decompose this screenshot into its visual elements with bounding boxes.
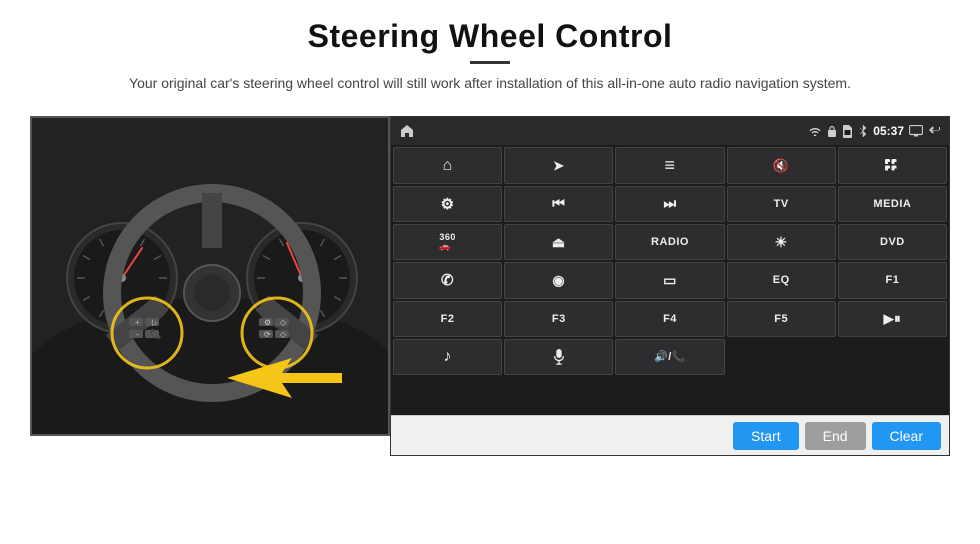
android-panel: 05:37 [390, 116, 950, 456]
btn-map[interactable]: ◉ [504, 262, 613, 298]
end-button[interactable]: End [805, 422, 866, 450]
f4-label: F4 [663, 313, 677, 325]
content-row: + ⟨♪ - 📞 ⚙ ◇ ⟳ ◇ [30, 116, 950, 456]
settings-icon: ⚙ [441, 195, 455, 213]
nav-icon [553, 158, 564, 174]
title-divider [470, 61, 510, 64]
button-grid: 🔇 ⚙ [391, 145, 949, 415]
title-section: Steering Wheel Control Your original car… [129, 18, 851, 94]
f2-label: F2 [441, 313, 455, 325]
svg-text:◇: ◇ [280, 318, 287, 327]
btn-radio[interactable]: RADIO [615, 224, 724, 260]
btn-eq[interactable]: EQ [727, 262, 836, 298]
btn-360[interactable]: 360🚗 [393, 224, 502, 260]
btn-mic[interactable] [504, 339, 613, 375]
sim-icon [842, 125, 853, 138]
page-title: Steering Wheel Control [129, 18, 851, 55]
btn-tv[interactable]: TV [727, 186, 836, 222]
dvd-label: DVD [880, 236, 905, 248]
btn-music[interactable]: ♪ [393, 339, 502, 375]
music-icon: ♪ [443, 348, 452, 366]
playpause-icon: ▶⏸ [884, 311, 902, 327]
wifi-icon [808, 125, 822, 137]
status-time: 05:37 [873, 124, 904, 138]
btn-f4[interactable]: F4 [615, 301, 724, 337]
mute-icon: 🔇 [773, 158, 790, 174]
page-subtitle: Your original car's steering wheel contr… [129, 72, 851, 94]
btn-f5[interactable]: F5 [727, 301, 836, 337]
eq-label: EQ [773, 274, 790, 286]
btn-window[interactable]: ▭ [615, 262, 724, 298]
svg-text:⟳: ⟳ [264, 330, 271, 339]
tv-label: TV [774, 198, 789, 210]
btn-forward[interactable]: ⏭ [615, 186, 724, 222]
btn-mute[interactable]: 🔇 [727, 147, 836, 183]
btn-empty2 [838, 339, 947, 375]
bottom-bar: Start End Clear [391, 415, 949, 455]
status-left [399, 123, 415, 139]
bluetooth-icon [858, 124, 868, 138]
btn-list[interactable] [615, 147, 724, 183]
media-label: MEDIA [873, 198, 911, 210]
eject-icon: ⏏ [552, 234, 566, 251]
status-right: 05:37 [808, 124, 941, 138]
screen-icon [909, 125, 923, 137]
svg-text:◇: ◇ [280, 330, 287, 339]
lock-icon [827, 125, 837, 138]
svg-text:⚙: ⚙ [264, 318, 271, 327]
phone-icon: ✆ [441, 271, 454, 289]
btn-media[interactable]: MEDIA [838, 186, 947, 222]
svg-text:⟨♪: ⟨♪ [151, 319, 157, 327]
back-arrow-icon [928, 125, 941, 137]
btn-home[interactable] [393, 147, 502, 183]
page-container: Steering Wheel Control Your original car… [0, 0, 980, 544]
btn-f2[interactable]: F2 [393, 301, 502, 337]
btn-volphone[interactable]: 🔊/📞 [615, 339, 724, 375]
svg-text:📞: 📞 [150, 328, 162, 339]
btn-f1[interactable]: F1 [838, 262, 947, 298]
rewind-icon: ⏮ [552, 195, 565, 212]
btn-settings[interactable]: ⚙ [393, 186, 502, 222]
list-icon [664, 155, 675, 176]
btn-rewind[interactable]: ⏮ [504, 186, 613, 222]
btn-apps[interactable] [838, 147, 947, 183]
svg-text:-: - [136, 330, 139, 339]
btn-phone[interactable]: ✆ [393, 262, 502, 298]
btn-playpause[interactable]: ▶⏸ [838, 301, 947, 337]
radio-label: RADIO [651, 236, 689, 248]
f5-label: F5 [774, 313, 788, 325]
btn-eject[interactable]: ⏏ [504, 224, 613, 260]
apps-icon [884, 158, 900, 174]
btn-nav[interactable] [504, 147, 613, 183]
btn-brightness[interactable]: ☀ [727, 224, 836, 260]
forward-icon: ⏭ [663, 195, 676, 212]
volphone-icon: 🔊/📞 [654, 350, 686, 363]
mic-icon [551, 349, 567, 365]
map-icon: ◉ [552, 272, 565, 289]
brightness-icon: ☀ [775, 234, 788, 251]
f1-label: F1 [885, 274, 899, 286]
svg-text:+: + [135, 318, 140, 327]
start-button[interactable]: Start [733, 422, 799, 450]
steering-wheel-image: + ⟨♪ - 📞 ⚙ ◇ ⟳ ◇ [30, 116, 390, 436]
clear-button[interactable]: Clear [872, 422, 941, 450]
360-icon: 360🚗 [439, 233, 456, 251]
home-icon [399, 123, 415, 139]
f3-label: F3 [552, 313, 566, 325]
btn-empty1 [727, 339, 836, 375]
btn-f3[interactable]: F3 [504, 301, 613, 337]
status-bar: 05:37 [391, 117, 949, 145]
btn-dvd[interactable]: DVD [838, 224, 947, 260]
home-btn-icon [443, 157, 453, 175]
window-icon: ▭ [663, 272, 677, 289]
